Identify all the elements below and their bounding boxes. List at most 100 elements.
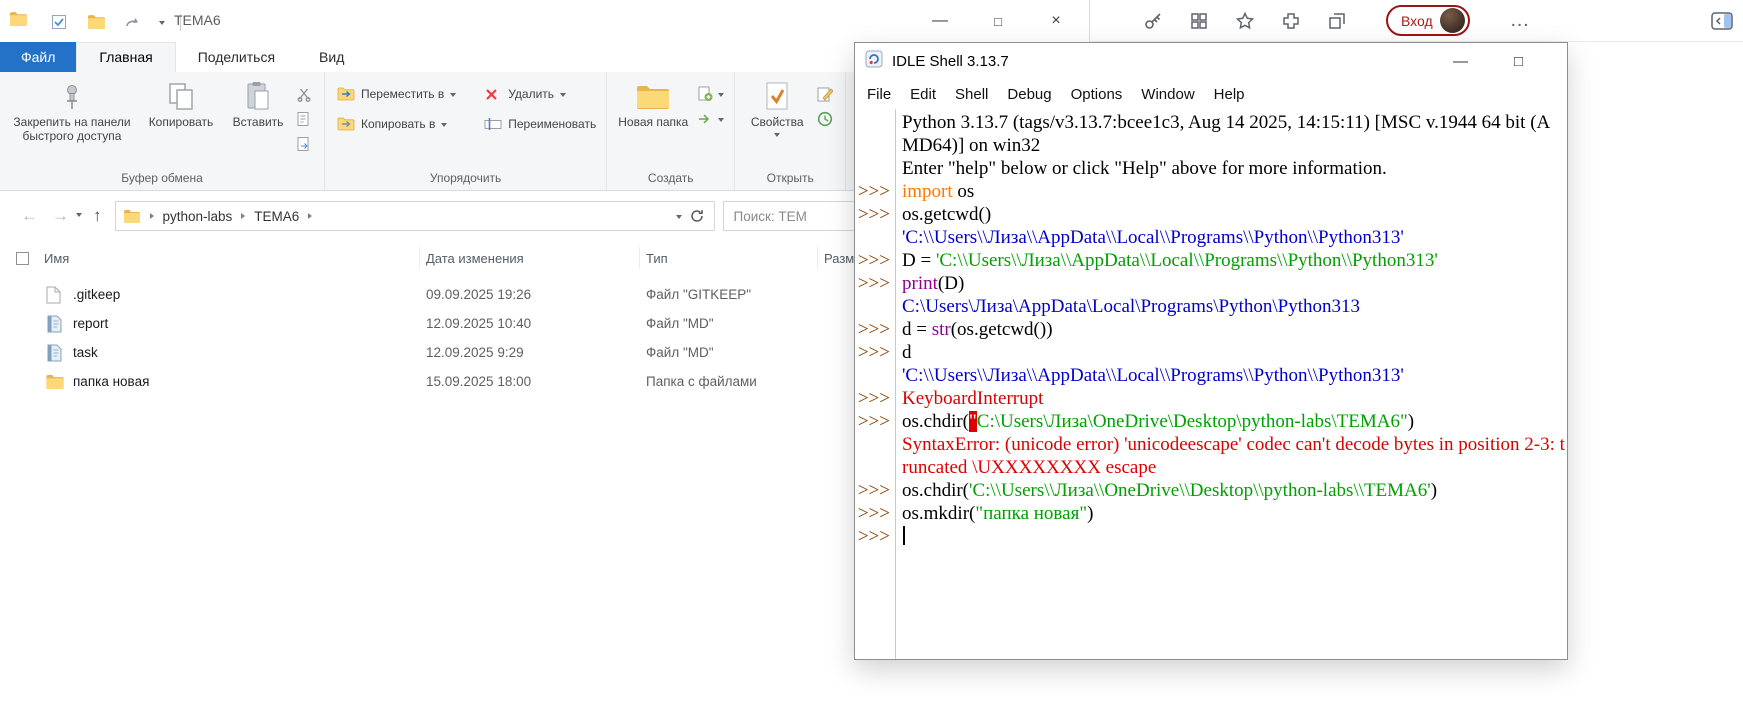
shell-code: runcated \UXXXXXXXX escape: [895, 456, 1567, 479]
paste-icon: [246, 81, 270, 111]
idle-window-title: IDLE Shell 3.13.7: [892, 53, 1009, 70]
explorer-window-controls: — □ ×: [911, 0, 1085, 42]
shell-text-segment: ): [1408, 411, 1414, 432]
browser-toolbar: Вход …: [1089, 0, 1743, 42]
tab-view[interactable]: Вид: [297, 43, 366, 72]
column-header-type[interactable]: Тип: [640, 247, 818, 269]
move-to-button[interactable]: Переместить в: [337, 86, 456, 102]
menu-options[interactable]: Options: [1071, 86, 1123, 103]
shell-gutter: [855, 226, 895, 249]
file-type: Папка с файлами: [640, 374, 818, 389]
shell-line: runcated \UXXXXXXXX escape: [855, 456, 1567, 479]
password-key-icon[interactable]: [1142, 10, 1164, 32]
text-cursor: [903, 526, 905, 545]
tab-home[interactable]: Главная: [76, 42, 175, 72]
delete-button[interactable]: Удалить: [484, 86, 596, 102]
sidebar-toggle-icon[interactable]: [1711, 10, 1733, 32]
file-modified: 15.09.2025 18:00: [420, 374, 640, 389]
rename-button[interactable]: Переименовать: [484, 116, 596, 132]
shell-code: 'C:\\Users\\Лиза\\AppData\\Local\\Progra…: [895, 364, 1567, 387]
shell-text-segment: (os.getcwd()): [951, 319, 1053, 340]
qat-new-folder-icon[interactable]: [85, 11, 107, 33]
new-item-icon[interactable]: [697, 86, 715, 102]
breadcrumb-tema6[interactable]: TEMA6: [253, 209, 300, 224]
copy-to-icon: [337, 116, 355, 132]
maximize-button[interactable]: □: [969, 0, 1027, 42]
quick-access-toolbar: [48, 11, 181, 33]
tab-share[interactable]: Поделиться: [176, 43, 297, 72]
easy-access-icon[interactable]: [697, 111, 715, 127]
menu-file[interactable]: File: [867, 86, 891, 103]
properties-button[interactable]: Свойства: [741, 76, 813, 140]
ellipsis-menu-icon[interactable]: …: [1510, 10, 1530, 32]
tab-file[interactable]: Файл: [0, 42, 76, 72]
menu-window[interactable]: Window: [1141, 86, 1194, 103]
group-label-new: Создать: [607, 169, 734, 190]
qat-properties-icon[interactable]: [48, 11, 70, 33]
dropdown-arrow-icon: [441, 123, 447, 130]
favorites-star-icon[interactable]: [1234, 10, 1256, 32]
idle-menubar: File Edit Shell Debug Options Window Help: [855, 79, 1567, 109]
dropdown-arrow-icon: [718, 118, 724, 125]
properties-label: Свойства: [751, 115, 804, 129]
shell-lines: Python 3.13.7 (tags/v3.13.7:bcee1c3, Aug…: [855, 111, 1567, 548]
explorer-titlebar: TEMA6 — □ ×: [0, 0, 1089, 42]
file-icon: [46, 286, 64, 304]
address-bar[interactable]: python-labs TEMA6: [115, 201, 715, 231]
breadcrumb-python-labs[interactable]: python-labs: [162, 209, 234, 224]
shell-line: SyntaxError: (unicode error) 'unicodeesc…: [855, 433, 1567, 456]
back-button[interactable]: ←: [14, 206, 45, 226]
column-header-name[interactable]: Имя: [0, 247, 420, 269]
menu-shell[interactable]: Shell: [955, 86, 988, 103]
cut-icon[interactable]: [296, 86, 314, 102]
column-name-label: Имя: [44, 251, 69, 266]
breadcrumb-chevron-icon: [241, 213, 245, 219]
shell-code: C:\Users\Лиза\AppData\Local\Programs\Pyt…: [895, 295, 1567, 318]
shell-prompt: >>>: [855, 272, 895, 295]
recent-locations-dropdown-icon[interactable]: [76, 213, 82, 220]
history-icon[interactable]: [817, 111, 835, 127]
extensions-icon[interactable]: [1280, 10, 1302, 32]
forward-button[interactable]: →: [45, 206, 76, 226]
menu-help[interactable]: Help: [1214, 86, 1245, 103]
qat-dropdown-icon[interactable]: [159, 21, 165, 28]
column-header-modified[interactable]: Дата изменения: [420, 247, 640, 269]
shell-code: Python 3.13.7 (tags/v3.13.7:bcee1c3, Aug…: [895, 111, 1567, 134]
copy-path-icon[interactable]: [296, 111, 314, 127]
select-all-checkbox[interactable]: [16, 252, 29, 265]
qat-redo-icon[interactable]: [122, 11, 144, 33]
idle-maximize-button[interactable]: □: [1514, 53, 1523, 70]
new-folder-button[interactable]: Новая папка: [613, 76, 693, 129]
file-modified: 12.09.2025 10:40: [420, 316, 640, 331]
new-folder-label: Новая папка: [618, 115, 688, 129]
idle-minimize-button[interactable]: —: [1453, 53, 1468, 70]
shell-text-segment: 'C:\\Users\\Лиза\\AppData\\Local\\Progra…: [902, 365, 1404, 386]
idle-titlebar: IDLE Shell 3.13.7 — □: [855, 43, 1567, 79]
pin-to-quick-access-button[interactable]: Закрепить на панели быстрого доступа: [6, 76, 138, 144]
shell-line: >>>import os: [855, 180, 1567, 203]
copy-to-button[interactable]: Копировать в: [337, 116, 456, 132]
menu-debug[interactable]: Debug: [1007, 86, 1051, 103]
md-file-icon: [46, 315, 64, 333]
collections-icon[interactable]: [1326, 10, 1348, 32]
move-to-icon: [337, 86, 355, 102]
signin-button[interactable]: Вход: [1386, 5, 1470, 36]
profile-avatar: [1440, 8, 1465, 33]
close-button[interactable]: ×: [1027, 0, 1085, 42]
paste-shortcut-icon[interactable]: [296, 136, 314, 152]
shell-text-segment: ): [1087, 503, 1093, 524]
up-button[interactable]: ↑: [86, 206, 109, 226]
paste-button[interactable]: Вставить: [224, 76, 292, 129]
address-dropdown-icon[interactable]: [676, 215, 682, 222]
refresh-icon[interactable]: [690, 209, 708, 223]
shell-code: print(D): [895, 272, 1567, 295]
idle-shell[interactable]: Python 3.13.7 (tags/v3.13.7:bcee1c3, Aug…: [855, 109, 1567, 659]
shell-prompt: >>>: [855, 479, 895, 502]
minimize-button[interactable]: —: [911, 0, 969, 42]
menu-edit[interactable]: Edit: [910, 86, 936, 103]
shell-text-segment: d: [902, 342, 912, 363]
copy-button[interactable]: Копировать: [138, 76, 224, 129]
shell-text-segment: KeyboardInterrupt: [902, 388, 1043, 409]
apps-grid-icon[interactable]: [1188, 10, 1210, 32]
edit-icon[interactable]: [817, 86, 835, 102]
